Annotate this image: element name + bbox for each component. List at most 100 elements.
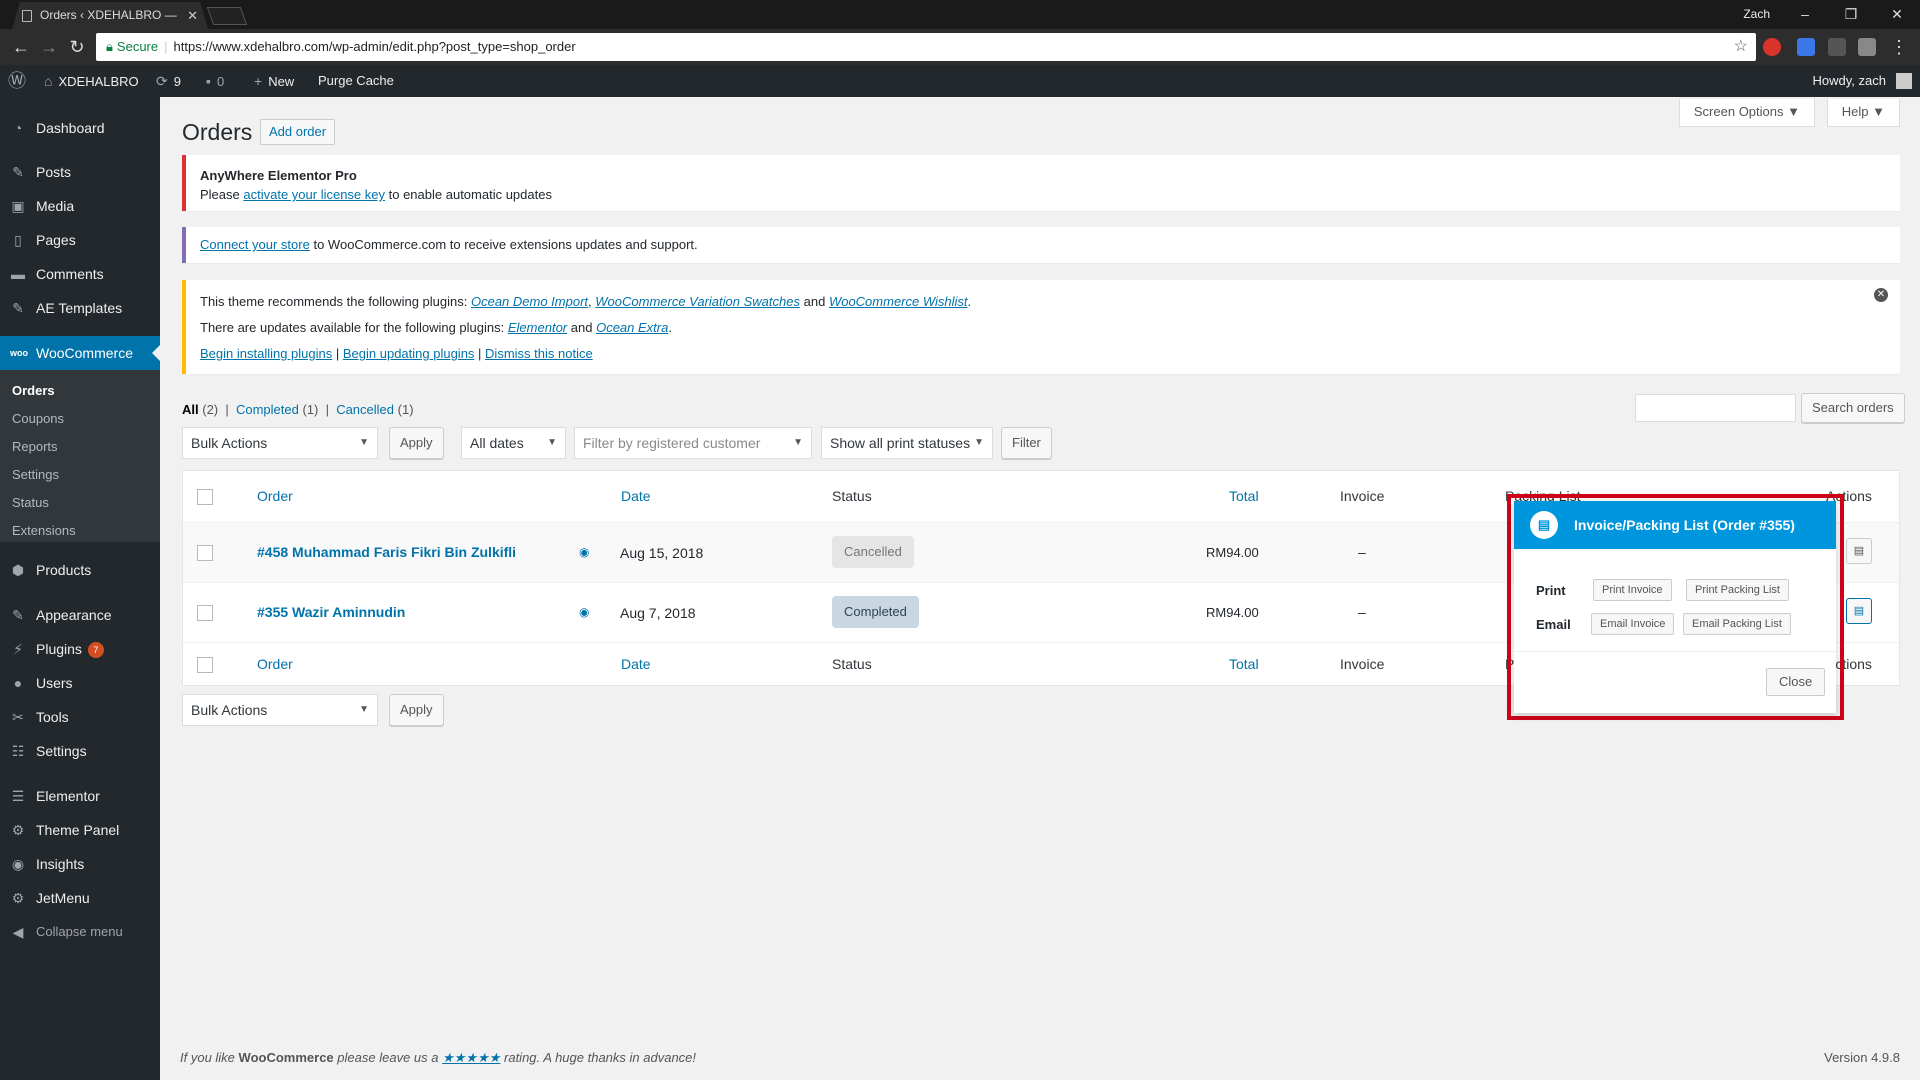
- ocean-extra-link[interactable]: Ocean Extra: [596, 320, 668, 335]
- column-order[interactable]: Order: [257, 656, 293, 672]
- activate-license-link[interactable]: activate your license key: [243, 187, 385, 202]
- purge-cache-link[interactable]: Purge Cache: [318, 65, 394, 97]
- print-invoice-button[interactable]: Print Invoice: [1593, 579, 1672, 601]
- minimize-icon[interactable]: –: [1782, 0, 1828, 28]
- bulk-actions-select[interactable]: Bulk Actions ▼: [182, 427, 378, 459]
- sidebar-item-collapse-menu[interactable]: ◀ Collapse menu: [0, 915, 160, 949]
- begin-updating-link[interactable]: Begin updating plugins: [343, 346, 475, 361]
- submenu-extensions[interactable]: Extensions: [0, 518, 160, 544]
- menu-dots-icon[interactable]: ⋮: [1888, 36, 1910, 58]
- submenu-orders[interactable]: Orders: [0, 378, 160, 404]
- variation-swatches-link[interactable]: WooCommerce Variation Swatches: [595, 294, 800, 309]
- avatar[interactable]: [1896, 73, 1912, 89]
- window-user[interactable]: Zach: [1743, 0, 1770, 28]
- close-window-icon[interactable]: ✕: [1874, 0, 1920, 28]
- row-checkbox[interactable]: [197, 545, 213, 561]
- comments-link[interactable]: ▪ 0: [206, 65, 224, 98]
- rating-stars-link[interactable]: ★★★★★: [442, 1050, 500, 1065]
- sidebar-item-insights[interactable]: ◉ Insights: [0, 847, 160, 881]
- site-name-link[interactable]: ⌂ XDEHALBRO: [44, 65, 139, 98]
- ocean-demo-import-link[interactable]: Ocean Demo Import: [471, 294, 588, 309]
- new-content-link[interactable]: + New: [254, 65, 294, 98]
- extension-icon[interactable]: [1828, 38, 1846, 56]
- preview-eye-icon[interactable]: ◉: [579, 605, 589, 619]
- screen-options-button[interactable]: Screen Options ▼: [1678, 99, 1815, 127]
- forward-icon[interactable]: →: [38, 36, 60, 58]
- restore-icon[interactable]: ❐: [1828, 0, 1874, 28]
- extension-icon[interactable]: [1797, 38, 1815, 56]
- camera-icon[interactable]: [1858, 38, 1876, 56]
- sidebar-item-tools[interactable]: ✂︎ Tools: [0, 700, 160, 734]
- sidebar-item-woocommerce[interactable]: woo WooCommerce: [0, 336, 160, 370]
- column-date[interactable]: Date: [621, 488, 651, 504]
- bulk-actions-select-bottom[interactable]: Bulk Actions ▼: [182, 694, 378, 726]
- begin-installing-link[interactable]: Begin installing plugins: [200, 346, 332, 361]
- submenu-settings[interactable]: Settings: [0, 462, 160, 488]
- reload-icon[interactable]: ↻: [66, 36, 88, 58]
- submenu-coupons[interactable]: Coupons: [0, 406, 160, 432]
- connect-store-link[interactable]: Connect your store: [200, 237, 310, 252]
- woocommerce-wishlist-link[interactable]: WooCommerce Wishlist: [829, 294, 968, 309]
- customer-filter-select[interactable]: Filter by registered customer ▼: [574, 427, 812, 459]
- sidebar-item-users[interactable]: ● Users: [0, 666, 160, 700]
- sidebar-item-jetmenu[interactable]: ⚙︎ JetMenu: [0, 881, 160, 915]
- wordpress-logo-icon[interactable]: Ⓦ: [8, 65, 26, 97]
- sidebar-item-ae-templates[interactable]: ✎ AE Templates: [0, 291, 160, 325]
- sidebar-item-appearance[interactable]: ✎ Appearance: [0, 598, 160, 632]
- close-button[interactable]: Close: [1766, 668, 1826, 696]
- email-packing-list-button[interactable]: Email Packing List: [1683, 613, 1791, 635]
- browser-tab[interactable]: Orders ‹ XDEHALBRO — ✕: [12, 2, 208, 29]
- print-packing-list-button[interactable]: Print Packing List: [1686, 579, 1789, 601]
- updates-link[interactable]: ⟳ 9: [156, 65, 181, 98]
- apply-button-bottom[interactable]: Apply: [389, 694, 444, 726]
- row-checkbox[interactable]: [197, 605, 213, 621]
- add-order-button[interactable]: Add order: [260, 119, 336, 145]
- column-total[interactable]: Total: [1229, 656, 1259, 672]
- print-status-select[interactable]: Show all print statuses ▼: [821, 427, 993, 459]
- column-date[interactable]: Date: [621, 656, 651, 672]
- date-filter-select[interactable]: All dates ▼: [461, 427, 566, 459]
- sidebar-item-pages[interactable]: ▯ Pages: [0, 223, 160, 257]
- notice-text: Please activate your license key to enab…: [200, 187, 552, 202]
- sidebar-item-posts[interactable]: ✎ Posts: [0, 155, 160, 189]
- submenu-status[interactable]: Status: [0, 490, 160, 516]
- apply-button[interactable]: Apply: [389, 427, 444, 459]
- close-tab-icon[interactable]: ✕: [187, 2, 198, 29]
- column-order[interactable]: Order: [257, 488, 293, 504]
- invoice-action-icon[interactable]: ▤: [1846, 598, 1872, 624]
- sidebar-item-plugins[interactable]: ⚡︎ Plugins 7: [0, 632, 160, 666]
- sidebar-item-theme-panel[interactable]: ⚙︎ Theme Panel: [0, 813, 160, 847]
- elementor-link[interactable]: Elementor: [508, 320, 567, 335]
- order-link[interactable]: #355 Wazir Aminnudin: [257, 604, 405, 620]
- invoice-action-icon[interactable]: ▤: [1846, 538, 1872, 564]
- search-orders-button[interactable]: Search orders: [1801, 393, 1905, 423]
- howdy-link[interactable]: Howdy, zach: [1813, 65, 1886, 97]
- preview-eye-icon[interactable]: ◉: [579, 545, 589, 559]
- sidebar-item-products[interactable]: ⬢ Products: [0, 553, 160, 587]
- filter-completed-link[interactable]: Completed: [236, 402, 299, 417]
- sidebar-item-settings[interactable]: ☷ Settings: [0, 734, 160, 768]
- search-input[interactable]: [1635, 394, 1796, 422]
- dismiss-notice-link[interactable]: Dismiss this notice: [485, 346, 593, 361]
- new-tab-button[interactable]: [206, 7, 248, 25]
- url-field[interactable]: 🔒︎ Secure | https://www.xdehalbro.com/wp-ad…: [96, 33, 1756, 61]
- select-all-checkbox[interactable]: [197, 489, 213, 505]
- back-icon[interactable]: ←: [10, 36, 32, 58]
- email-invoice-button[interactable]: Email Invoice: [1591, 613, 1675, 635]
- select-all-checkbox[interactable]: [197, 657, 213, 673]
- bookmark-star-icon[interactable]: ☆: [1734, 33, 1748, 61]
- filter-cancelled-link[interactable]: Cancelled: [336, 402, 394, 417]
- filter-button[interactable]: Filter: [1001, 427, 1052, 459]
- column-total[interactable]: Total: [1229, 488, 1259, 504]
- sidebar-item-media[interactable]: ▣ Media: [0, 189, 160, 223]
- filter-all-link[interactable]: All: [182, 402, 199, 417]
- submenu-reports[interactable]: Reports: [0, 434, 160, 460]
- sidebar-item-dashboard[interactable]: ◔ Dashboard: [0, 111, 160, 145]
- sidebar-item-elementor[interactable]: ☰ Elementor: [0, 779, 160, 813]
- dismiss-icon[interactable]: ✕: [1874, 288, 1888, 302]
- sidebar-item-comments[interactable]: ▬ Comments: [0, 257, 160, 291]
- order-link[interactable]: #458 Muhammad Faris Fikri Bin Zulkifli: [257, 544, 516, 560]
- updates-line: There are updates available for the foll…: [200, 320, 672, 335]
- extension-icon[interactable]: [1763, 38, 1781, 56]
- help-button[interactable]: Help ▼: [1826, 99, 1900, 127]
